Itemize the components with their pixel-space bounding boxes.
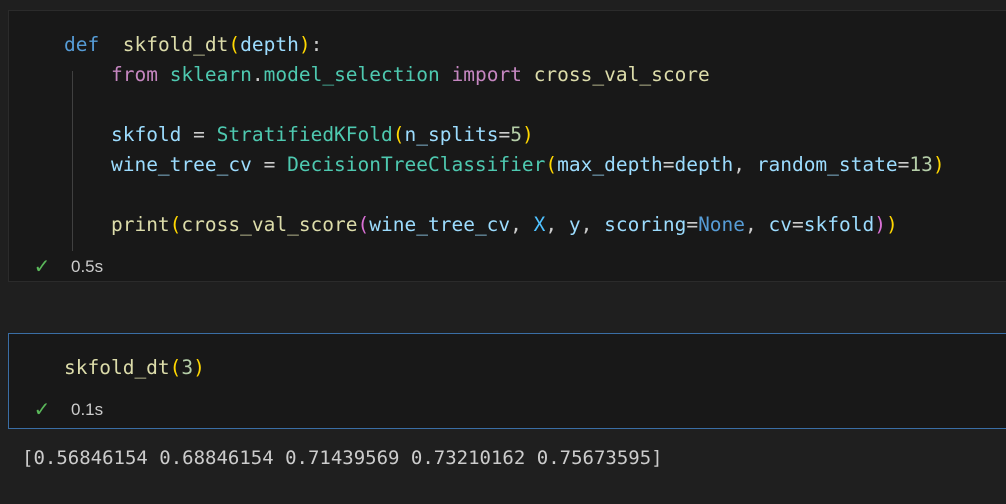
code-token: cv: [768, 213, 792, 236]
code-token: =: [498, 123, 511, 146]
code-token: ): [193, 356, 205, 379]
code-token: X: [533, 213, 546, 236]
code-token: =: [251, 153, 288, 176]
code-token: ,: [733, 153, 757, 176]
code-token: depth: [674, 153, 734, 176]
code-line: skfold = StratifiedKFold(n_splits=5): [64, 120, 945, 150]
code-line: from sklearn.model_selection import cros…: [64, 60, 945, 90]
execution-status: ✓ 0.1s: [33, 397, 104, 422]
code-token: =: [181, 123, 217, 146]
code-token: =: [897, 153, 910, 176]
code-token: skfold_dt: [122, 33, 229, 56]
code-token: cross_val_score: [181, 213, 358, 236]
code-token: from: [110, 63, 158, 86]
code-token: ): [298, 33, 311, 56]
code-token: ): [885, 213, 898, 236]
code-token: (: [169, 213, 182, 236]
code-token: DecisionTreeClassifier: [287, 153, 546, 176]
code-token: 5: [510, 123, 522, 146]
code-token: skfold_dt: [64, 356, 170, 379]
code-token: depth: [240, 33, 299, 56]
code-token: =: [792, 213, 804, 236]
check-icon: ✓: [33, 399, 51, 421]
code-token: (: [169, 356, 182, 379]
code-token: model_selection: [263, 63, 440, 86]
code-token: :: [310, 33, 323, 56]
code-token: ,: [580, 213, 605, 236]
code-token: skfold: [803, 213, 875, 236]
code-token: def: [64, 33, 100, 56]
code-token: wine_tree_cv: [369, 213, 511, 236]
code-token: sklearn: [169, 63, 252, 86]
code-token: =: [686, 213, 699, 236]
code-token: 3: [181, 356, 194, 379]
code-line: wine_tree_cv = DecisionTreeClassifier(ma…: [64, 150, 945, 180]
code-token: StratifiedKFold: [216, 123, 393, 146]
code-token: ): [932, 153, 945, 176]
cell-output: [0.56846154 0.68846154 0.71439569 0.7321…: [22, 447, 663, 469]
code-token: y: [568, 213, 581, 236]
code-line: def skfold_dt(depth):: [64, 30, 945, 60]
code-token: 13: [909, 153, 933, 176]
code-token: skfold: [110, 123, 182, 146]
code-token: (: [392, 123, 405, 146]
code-token: (: [228, 33, 241, 56]
code-token: (: [545, 153, 558, 176]
code-token: ,: [745, 213, 769, 236]
code-token: =: [662, 153, 675, 176]
code-token: None: [698, 213, 746, 236]
execution-status: ✓ 0.5s: [33, 254, 104, 279]
code-line: print(cross_val_score(wine_tree_cv, X, y…: [64, 210, 945, 240]
code-editor[interactable]: skfold_dt(3): [64, 353, 205, 383]
code-token: print: [110, 213, 170, 236]
code-token: (: [357, 213, 370, 236]
code-token: random_state: [756, 153, 898, 176]
code-token: wine_tree_cv: [110, 153, 252, 176]
code-token: ,: [510, 213, 534, 236]
code-cell-2[interactable]: skfold_dt(3) ✓ 0.1s: [8, 333, 1006, 429]
code-token: ,: [545, 213, 569, 236]
execution-time: 0.1s: [71, 399, 104, 419]
code-cell-1[interactable]: def skfold_dt(depth): from sklearn.model…: [8, 10, 1006, 282]
code-token: .: [251, 63, 264, 86]
code-token: ): [874, 213, 886, 236]
code-token: import: [451, 63, 522, 86]
code-token: ): [521, 123, 534, 146]
code-token: scoring: [604, 213, 687, 236]
code-line: skfold_dt(3): [64, 353, 205, 383]
code-editor[interactable]: def skfold_dt(depth): from sklearn.model…: [64, 30, 945, 240]
check-icon: ✓: [33, 256, 51, 278]
execution-time: 0.5s: [71, 256, 104, 276]
code-token: max_depth: [557, 153, 663, 176]
code-token: n_splits: [404, 123, 499, 146]
code-token: cross_val_score: [533, 63, 710, 86]
